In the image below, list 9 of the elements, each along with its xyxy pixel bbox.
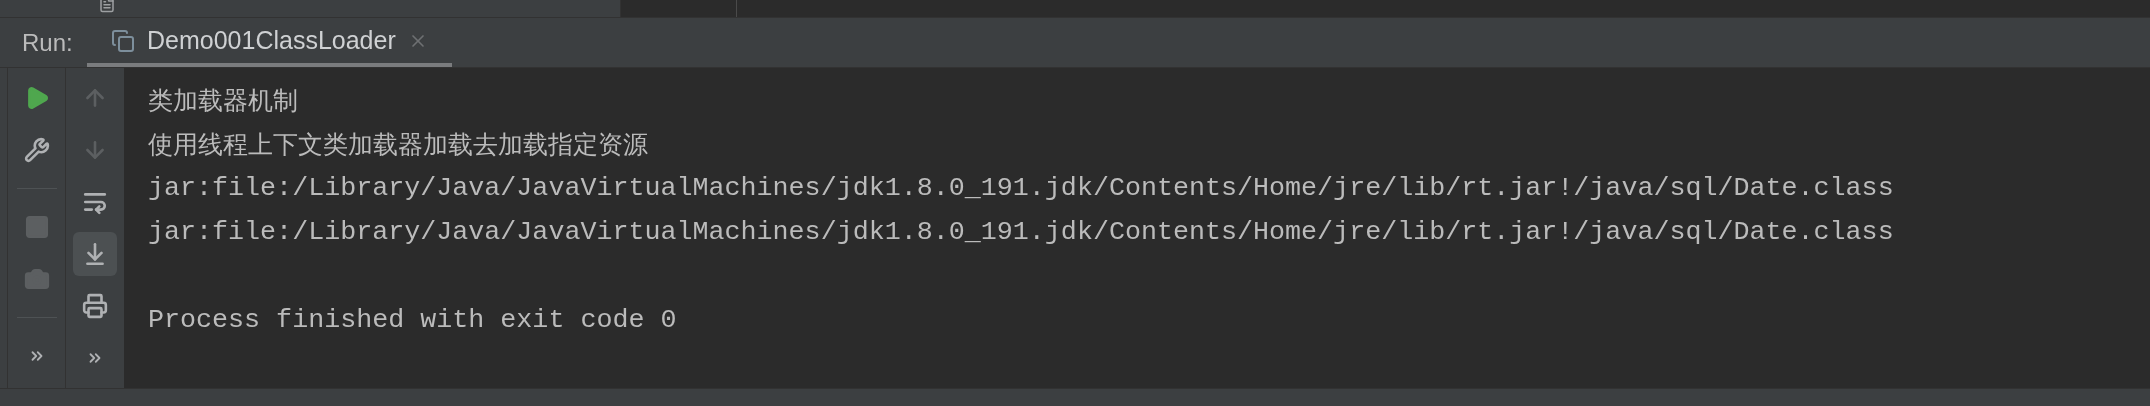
console-line: jar:file:/Library/Java/JavaVirtualMachines/jdk1.8.0_191.jdk/Contents/Home/jre/lib/rt.jar!/java/sql/Date.class: [148, 216, 1895, 249]
console-line: 类加载器机制: [148, 85, 299, 116]
console-window-icon: [111, 28, 135, 53]
console-line: jar:file:/Library/Java/JavaVirtualMachines/jdk1.8.0_191.jdk/Contents/Home/jre/lib/rt.jar!/java/sql/Date.class: [148, 172, 1895, 205]
console-line: 使用线程上下文类加载器加载去加载指定资源: [148, 129, 649, 160]
scroll-to-end-icon[interactable]: [73, 232, 117, 276]
console-line: Process finished with exit code 0: [148, 304, 678, 337]
file-icon: [98, 0, 116, 13]
run-label: Run:: [22, 27, 74, 58]
